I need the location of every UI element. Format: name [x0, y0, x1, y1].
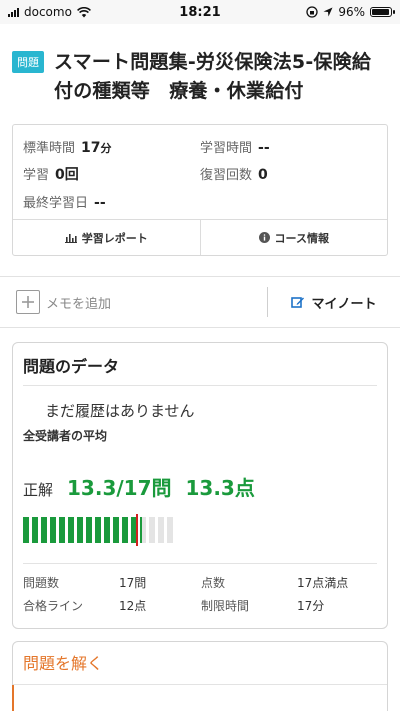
solve-section: 問題を解く [12, 641, 388, 711]
memo-row: メモを追加 マイノート [0, 276, 400, 328]
time-limit-label: 制限時間 [201, 599, 250, 613]
location-icon [323, 7, 333, 17]
score-segment [95, 517, 101, 543]
last-study-label: 最終学習日 [23, 196, 89, 211]
solve-body [12, 685, 387, 711]
score-bar [23, 501, 377, 546]
last-study-date: 最終学習日 -- [23, 192, 200, 211]
my-note-label: マイノート [311, 296, 377, 312]
study-time: 学習時間 -- [200, 137, 377, 156]
score-segment [149, 517, 155, 543]
study-count-value: 0回 [55, 167, 79, 183]
status-bar: docomo 18:21 96% [0, 0, 400, 24]
score-segment [104, 517, 110, 543]
score-segment [122, 517, 128, 543]
score-segment [86, 517, 92, 543]
info-icon [258, 232, 270, 243]
course-info-button[interactable]: コース情報 [199, 220, 388, 255]
study-time-label: 学習時間 [200, 141, 253, 156]
question-data-title: 問題のデータ [23, 343, 377, 386]
edit-icon [291, 297, 305, 308]
plus-icon [16, 290, 40, 314]
average-score-row: 正解 13.3/17問 13.3点 [23, 444, 377, 501]
standard-time: 標準時間 17分 [23, 137, 200, 156]
correct-value: 13.3/17問 [67, 476, 172, 500]
pass-line-label: 合格ライン [23, 599, 84, 613]
score-segment [140, 517, 146, 543]
add-memo-button[interactable]: メモを追加 [0, 287, 268, 317]
study-count: 学習 0回 [23, 164, 200, 184]
wifi-icon [76, 6, 91, 17]
score-segment [41, 517, 47, 543]
status-right: 96% [306, 5, 395, 19]
score-segment [59, 517, 65, 543]
score-segment [32, 517, 38, 543]
my-note-button[interactable]: マイノート [268, 293, 400, 312]
score-segment [68, 517, 74, 543]
standard-time-label: 標準時間 [23, 141, 76, 156]
points-value: 17点満点 [297, 576, 349, 590]
score-segment [113, 517, 119, 543]
review-count-value: 0 [258, 167, 268, 183]
correct-label: 正解 [23, 481, 54, 499]
question-badge: 問題 [12, 51, 44, 73]
study-report-label: 学習レポート [81, 231, 148, 245]
score-segment [167, 517, 173, 543]
course-info-grid: 標準時間 17分 学習時間 -- 学習 0回 復習回数 0 最終学習日 -- [13, 125, 387, 219]
study-count-label: 学習 [23, 168, 50, 183]
question-count-value: 17問 [119, 576, 147, 590]
bar-chart-icon [64, 233, 77, 243]
add-memo-label: メモを追加 [46, 296, 112, 312]
battery-fill [372, 9, 390, 15]
solve-questions-button[interactable]: 問題を解く [13, 642, 387, 685]
standard-time-unit: 分 [100, 142, 112, 155]
average-title: 全受講者の平均 [23, 429, 108, 443]
time-limit-value: 17分 [297, 599, 325, 613]
last-study-value: -- [94, 195, 106, 211]
points-label: 点数 [201, 576, 226, 590]
course-actions: 学習レポート コース情報 [13, 219, 387, 255]
page-title: スマート問題集-労災保険法5-保険給付の種類等 療養・休業給付 [54, 51, 372, 102]
score-value: 13.3点 [185, 476, 255, 500]
review-count-label: 復習回数 [200, 168, 253, 183]
no-history-message: まだ履歴はありません [45, 402, 195, 420]
study-time-value: -- [258, 140, 270, 156]
signal-icon [8, 7, 19, 17]
pass-line-value: 12点 [119, 599, 147, 613]
carrier-name: docomo [24, 5, 72, 19]
study-report-button[interactable]: 学習レポート [13, 220, 200, 255]
rotation-lock-icon [306, 6, 318, 18]
standard-time-value: 17分 [81, 140, 112, 156]
score-segment [77, 517, 83, 543]
question-stats: 問題数 17問 点数 17点満点 合格ライン 12点 制限時間 17分 [23, 563, 377, 628]
question-count-label: 問題数 [23, 576, 60, 590]
score-segment [50, 517, 56, 543]
score-segment [158, 517, 164, 543]
question-data-card: 問題のデータ まだ履歴はありません 全受講者の平均 正解 13.3/17問 13… [12, 342, 388, 629]
score-segment [23, 517, 29, 543]
course-info-label: コース情報 [274, 231, 329, 245]
page-header: 問題 スマート問題集-労災保険法5-保険給付の種類等 療養・休業給付 [0, 24, 400, 106]
battery-percent: 96% [338, 5, 365, 19]
battery-icon [370, 7, 395, 17]
review-count: 復習回数 0 [200, 164, 377, 184]
course-info-card: 標準時間 17分 学習時間 -- 学習 0回 復習回数 0 最終学習日 -- 学… [12, 124, 388, 256]
pass-line-marker [135, 514, 138, 546]
status-left: docomo [8, 5, 91, 19]
